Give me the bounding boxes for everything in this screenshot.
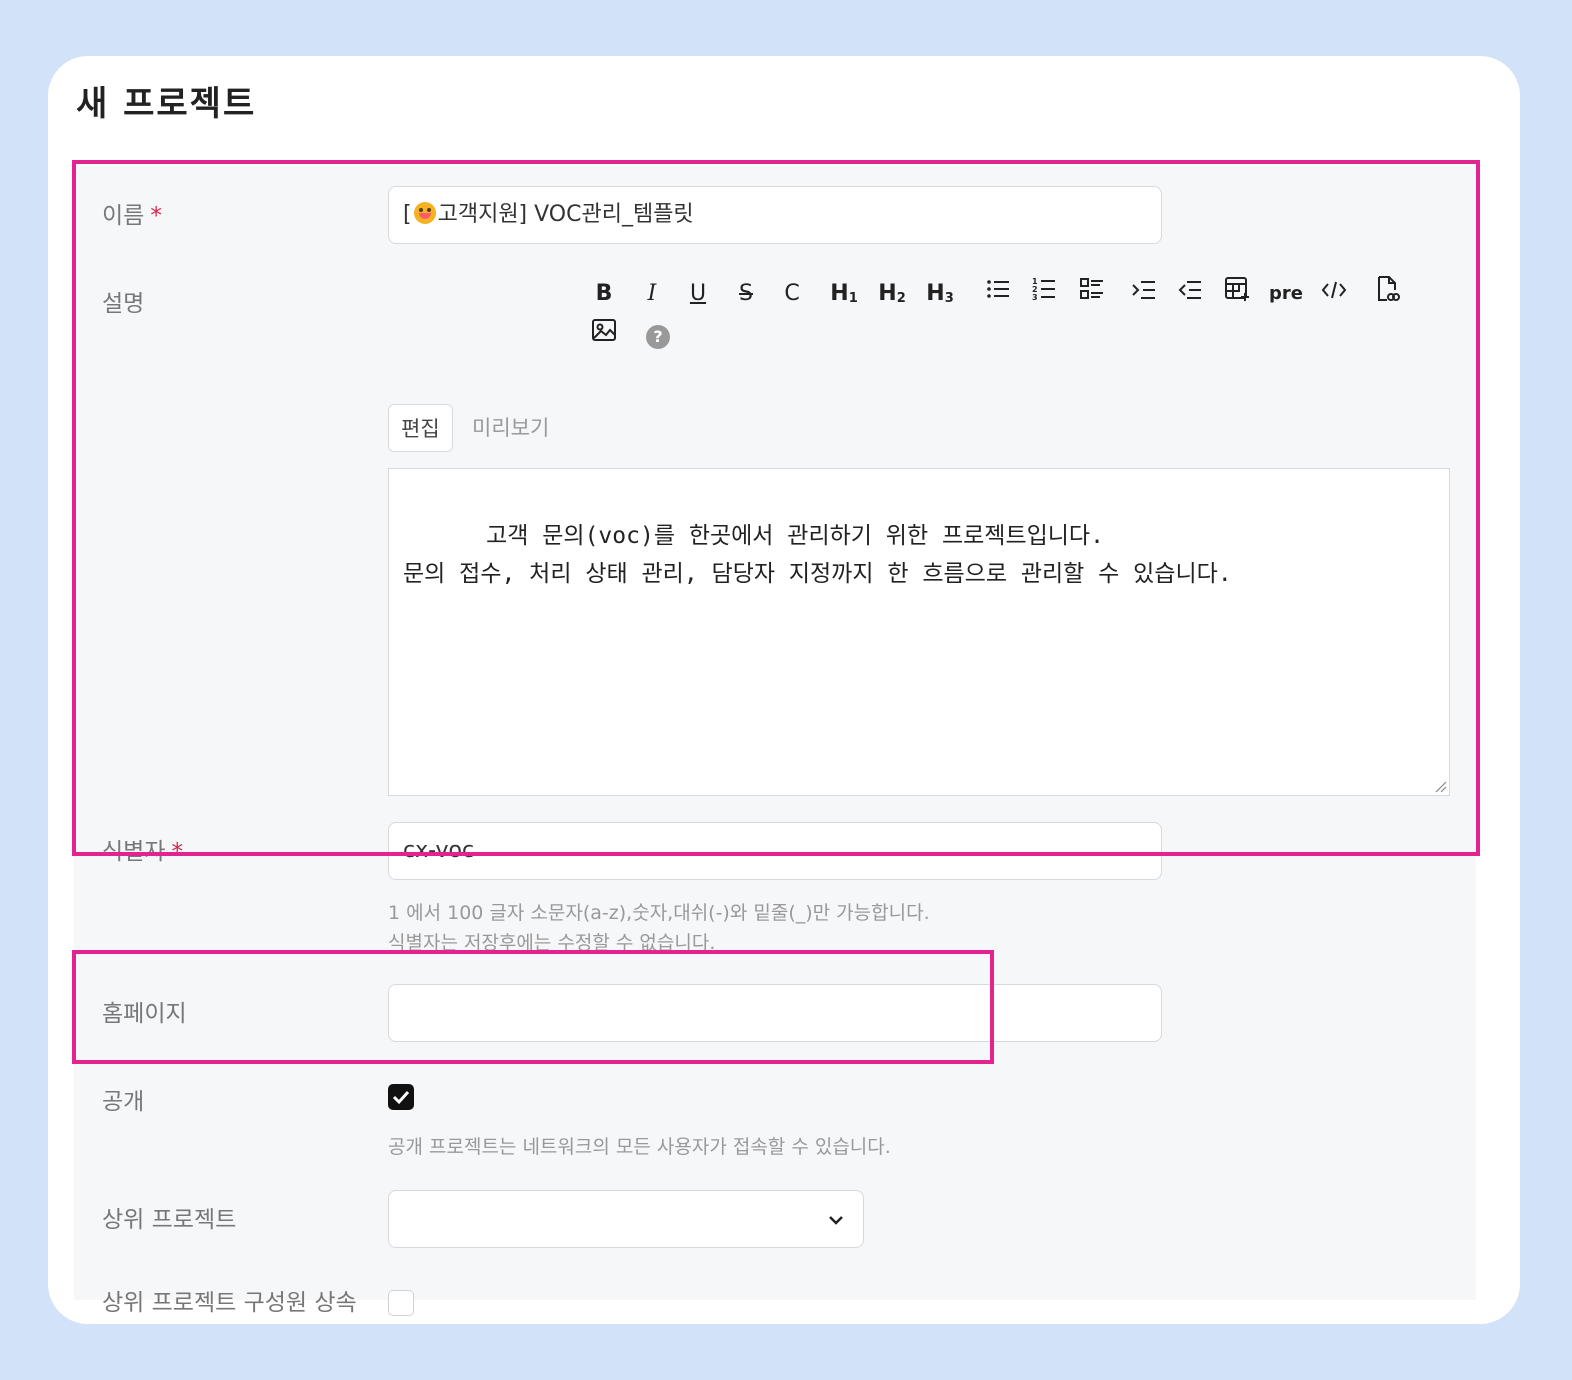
outdent-icon[interactable] — [1172, 276, 1208, 312]
required-mark: * — [150, 203, 162, 229]
chevron-down-icon — [829, 1216, 843, 1225]
svg-text:3: 3 — [1032, 293, 1038, 300]
inherit-members-checkbox[interactable] — [388, 1290, 414, 1316]
insert-image-icon[interactable] — [586, 318, 622, 354]
numbered-list-icon[interactable]: 123 — [1026, 276, 1062, 312]
inherit-members-label: 상위 프로젝트 구성원 상속 — [102, 1290, 357, 1316]
parent-project-select[interactable] — [388, 1190, 864, 1248]
parent-project-label: 상위 프로젝트 — [102, 1207, 237, 1233]
identifier-hint: 1 에서 100 글자 소문자(a-z),숫자,대쉬(-)와 밑줄(_)만 가능… — [388, 902, 930, 924]
tab-preview[interactable]: 미리보기 — [460, 404, 561, 452]
heading1-button[interactable]: H1 — [826, 276, 862, 312]
pre-button[interactable]: pre — [1268, 276, 1304, 312]
task-list-icon[interactable] — [1074, 276, 1110, 312]
tab-edit[interactable]: 편집 — [388, 404, 453, 452]
identifier-input[interactable]: cx-voc — [388, 822, 1162, 880]
public-hint: 공개 프로젝트는 네트워크의 모든 사용자가 접속할 수 있습니다. — [388, 1136, 891, 1158]
new-project-card: 새 프로젝트 이름 * [고객지원] VOC관리_템플릿 설명 B I U S C… — [48, 56, 1520, 1324]
underline-button[interactable]: U — [680, 276, 716, 312]
heading3-button[interactable]: H3 — [922, 276, 958, 312]
inline-code-button[interactable]: C — [774, 276, 810, 312]
required-mark: * — [171, 839, 183, 865]
attachment-link-icon[interactable] — [1370, 276, 1406, 312]
public-label: 공개 — [102, 1089, 145, 1115]
public-checkbox[interactable] — [388, 1084, 414, 1110]
help-icon[interactable]: ? — [640, 318, 676, 354]
homepage-label: 홈페이지 — [102, 1001, 187, 1027]
code-block-icon[interactable] — [1316, 276, 1352, 312]
name-input[interactable]: [고객지원] VOC관리_템플릿 — [388, 186, 1162, 244]
insert-table-icon[interactable] — [1220, 276, 1256, 312]
name-label: 이름 * — [102, 203, 162, 229]
project-form: 이름 * [고객지원] VOC관리_템플릿 설명 B I U S C H1 H2 … — [74, 166, 1476, 1316]
italic-button[interactable]: I — [634, 276, 670, 312]
checkmark-icon — [392, 1090, 410, 1105]
homepage-input[interactable] — [388, 984, 1162, 1042]
strikethrough-button[interactable]: S — [728, 276, 764, 312]
smiling-face-emoji-icon — [413, 202, 436, 224]
page-title: 새 프로젝트 — [76, 84, 257, 124]
resize-handle-icon[interactable] — [1435, 781, 1447, 793]
description-label: 설명 — [102, 291, 145, 317]
bold-button[interactable]: B — [586, 276, 622, 312]
indent-icon[interactable] — [1126, 276, 1162, 312]
description-textarea[interactable]: 고객 문의(voc)를 한곳에서 관리하기 위한 프로젝트입니다. 문의 접수,… — [388, 468, 1450, 796]
bullet-list-icon[interactable] — [980, 276, 1016, 312]
identifier-hint-immutable: 식별자는 저장후에는 수정할 수 없습니다. — [388, 932, 716, 954]
description-text: 고객 문의(voc)를 한곳에서 관리하기 위한 프로젝트입니다. 문의 접수,… — [403, 523, 1232, 587]
heading2-button[interactable]: H2 — [874, 276, 910, 312]
identifier-label: 식별자 * — [102, 839, 183, 865]
